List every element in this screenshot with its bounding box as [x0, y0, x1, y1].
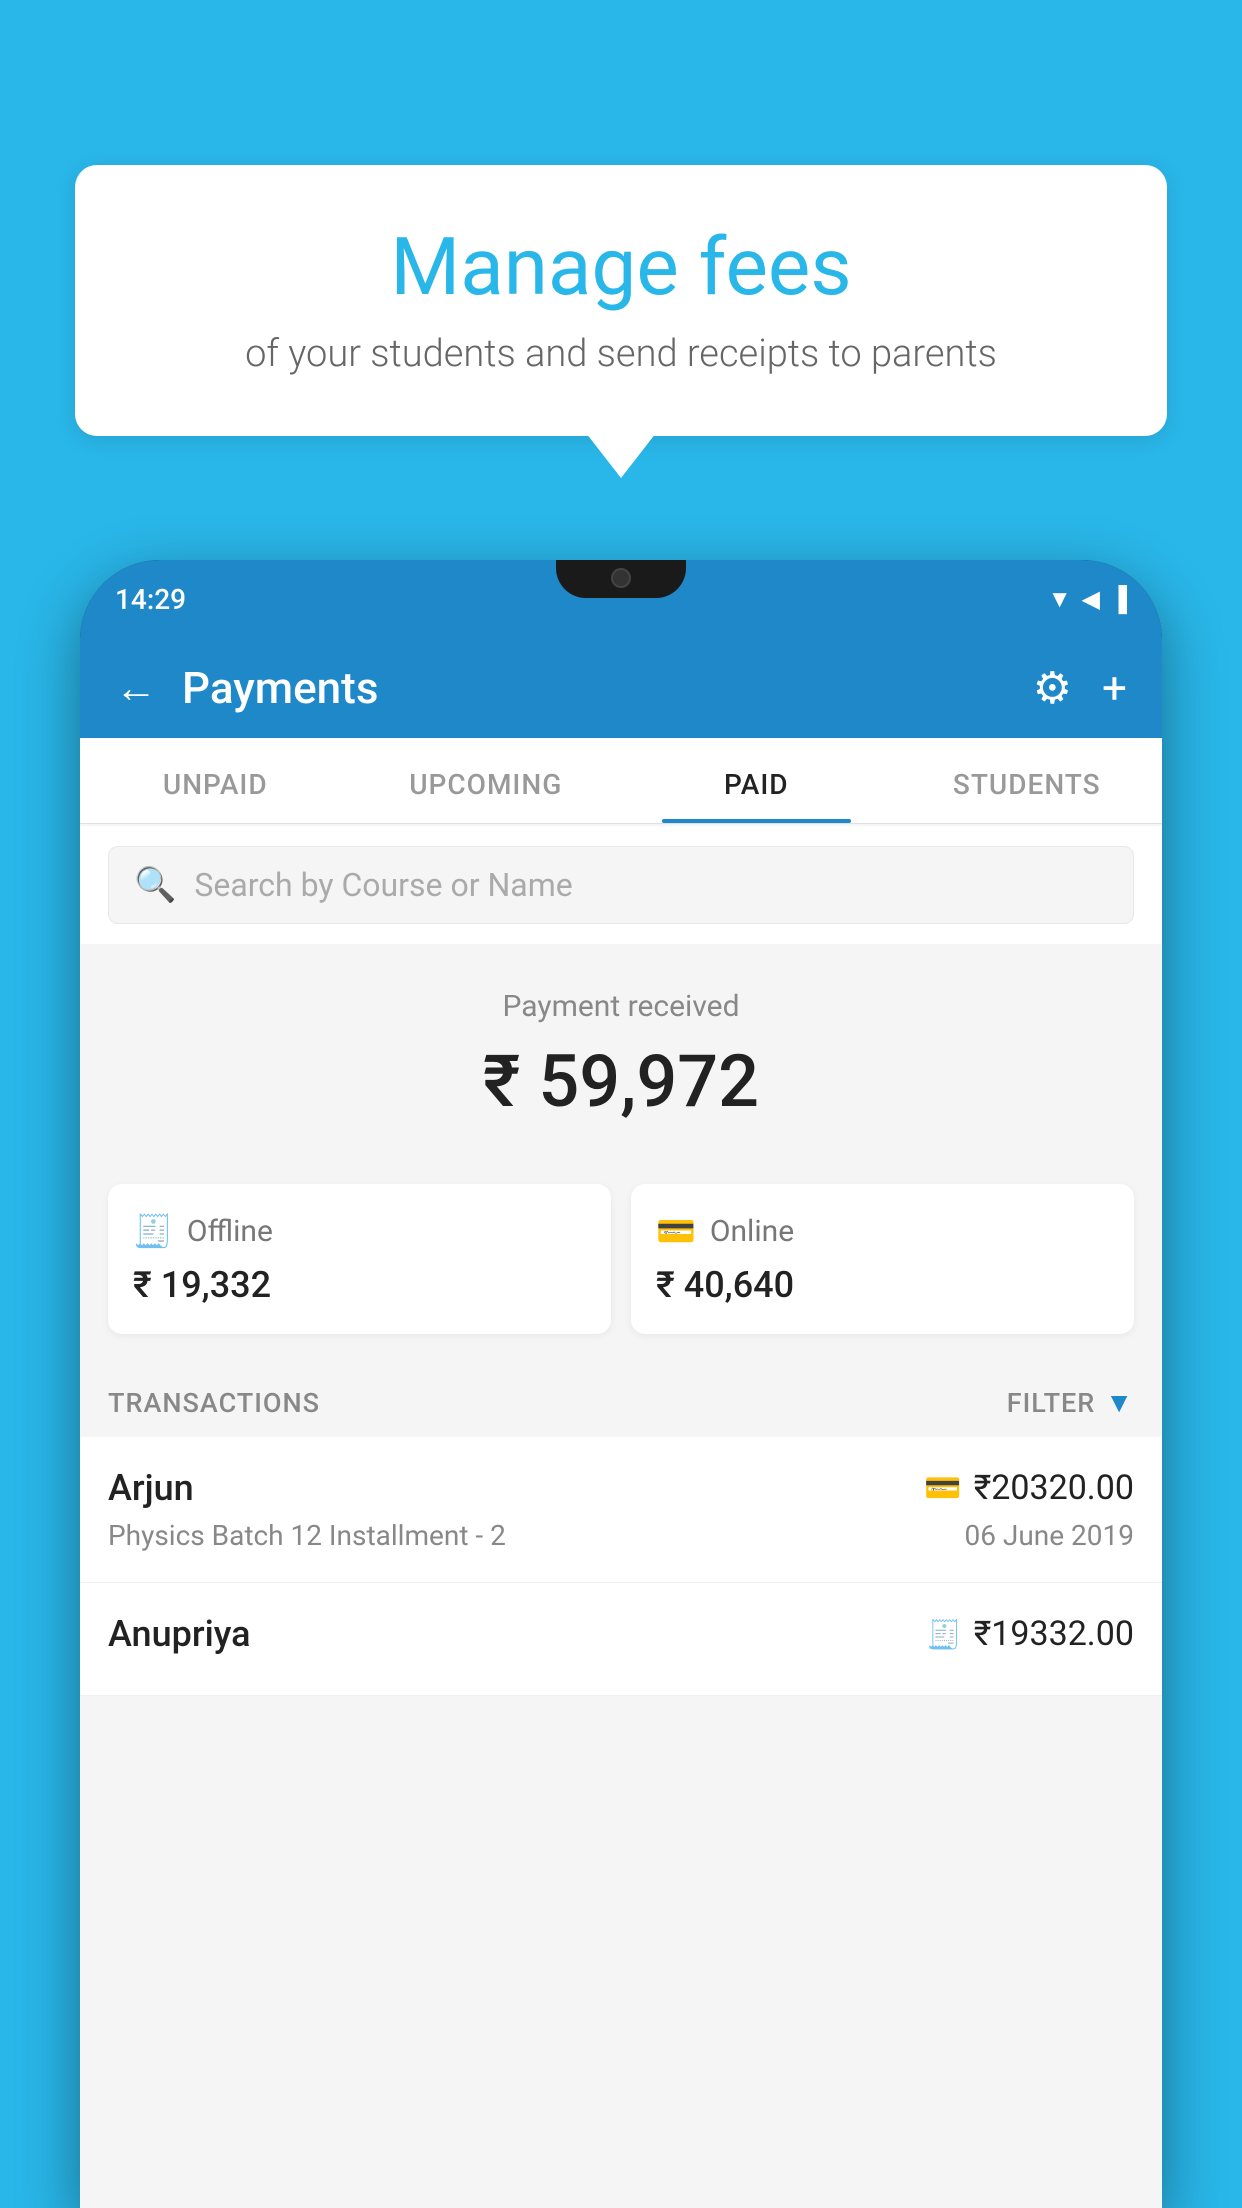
transaction-row[interactable]: Arjun 💳 ₹20320.00 Physics Batch 12 Insta… [80, 1437, 1162, 1583]
tab-unpaid[interactable]: UNPAID [80, 738, 351, 823]
offline-amount: ₹ 19,332 [133, 1264, 586, 1306]
online-icon: 💳 [656, 1212, 696, 1250]
tab-paid[interactable]: PAID [621, 738, 892, 823]
payment-received-label: Payment received [108, 989, 1134, 1024]
cash-payment-icon: 🧾 [927, 1618, 962, 1651]
transaction-name: Anupriya [108, 1613, 251, 1655]
transactions-header: TRANSACTIONS FILTER ▼ [80, 1364, 1162, 1437]
status-bar: 14:29 ▼ ◀ ▐ [80, 560, 1162, 638]
card-payment-icon: 💳 [924, 1471, 961, 1506]
filter-label: FILTER [1007, 1387, 1096, 1419]
search-bar[interactable]: 🔍 Search by Course or Name [108, 846, 1134, 924]
phone-frame: 14:29 ▼ ◀ ▐ ← Payments ⚙ + UNPA [80, 560, 1162, 2208]
transaction-amount-row: 💳 ₹20320.00 [924, 1468, 1134, 1508]
filter-button[interactable]: FILTER ▼ [1007, 1386, 1134, 1419]
status-time: 14:29 [115, 583, 186, 616]
transaction-name: Arjun [108, 1467, 194, 1509]
transaction-date: 06 June 2019 [964, 1519, 1134, 1552]
status-icons: ▼ ◀ ▐ [1048, 585, 1127, 614]
speech-bubble: Manage fees of your students and send re… [75, 165, 1167, 436]
notch [556, 560, 686, 598]
transaction-amount-row: 🧾 ₹19332.00 [927, 1614, 1134, 1654]
settings-icon[interactable]: ⚙ [1033, 662, 1072, 714]
online-amount: ₹ 40,640 [656, 1264, 1109, 1306]
search-container: 🔍 Search by Course or Name [80, 826, 1162, 944]
payment-amount: ₹ 59,972 [108, 1039, 1134, 1124]
filter-icon: ▼ [1105, 1386, 1134, 1419]
tab-upcoming[interactable]: UPCOMING [351, 738, 622, 823]
payment-received-section: Payment received ₹ 59,972 [80, 944, 1162, 1184]
tabs-bar: UNPAID UPCOMING PAID STUDENTS [80, 738, 1162, 824]
transaction-amount: ₹20320.00 [974, 1468, 1134, 1508]
add-icon[interactable]: + [1102, 662, 1127, 714]
payment-cards: 🧾 Offline ₹ 19,332 💳 Online ₹ 40,640 [80, 1184, 1162, 1364]
phone-content: UNPAID UPCOMING PAID STUDENTS 🔍 Search b… [80, 738, 1162, 2208]
tab-students[interactable]: STUDENTS [892, 738, 1163, 823]
offline-card: 🧾 Offline ₹ 19,332 [108, 1184, 611, 1334]
signal-icon: ◀ [1082, 585, 1100, 613]
transactions-label: TRANSACTIONS [108, 1387, 320, 1419]
battery-icon: ▐ [1110, 585, 1127, 614]
search-icon: 🔍 [134, 865, 176, 905]
offline-icon: 🧾 [133, 1212, 173, 1250]
back-button[interactable]: ← [115, 664, 157, 713]
transaction-amount: ₹19332.00 [974, 1614, 1134, 1654]
wifi-icon: ▼ [1048, 585, 1072, 614]
bubble-subtitle: of your students and send receipts to pa… [135, 332, 1107, 376]
transaction-row[interactable]: Anupriya 🧾 ₹19332.00 [80, 1583, 1162, 1696]
header-icons: ⚙ + [1033, 662, 1127, 714]
online-card: 💳 Online ₹ 40,640 [631, 1184, 1134, 1334]
page-title: Payments [182, 662, 1008, 714]
offline-label: Offline [187, 1214, 273, 1249]
app-header: ← Payments ⚙ + [80, 638, 1162, 738]
online-label: Online [710, 1214, 794, 1249]
camera [611, 568, 631, 588]
search-input[interactable]: Search by Course or Name [194, 866, 572, 904]
bubble-title: Manage fees [135, 220, 1107, 314]
transaction-course: Physics Batch 12 Installment - 2 [108, 1519, 506, 1552]
